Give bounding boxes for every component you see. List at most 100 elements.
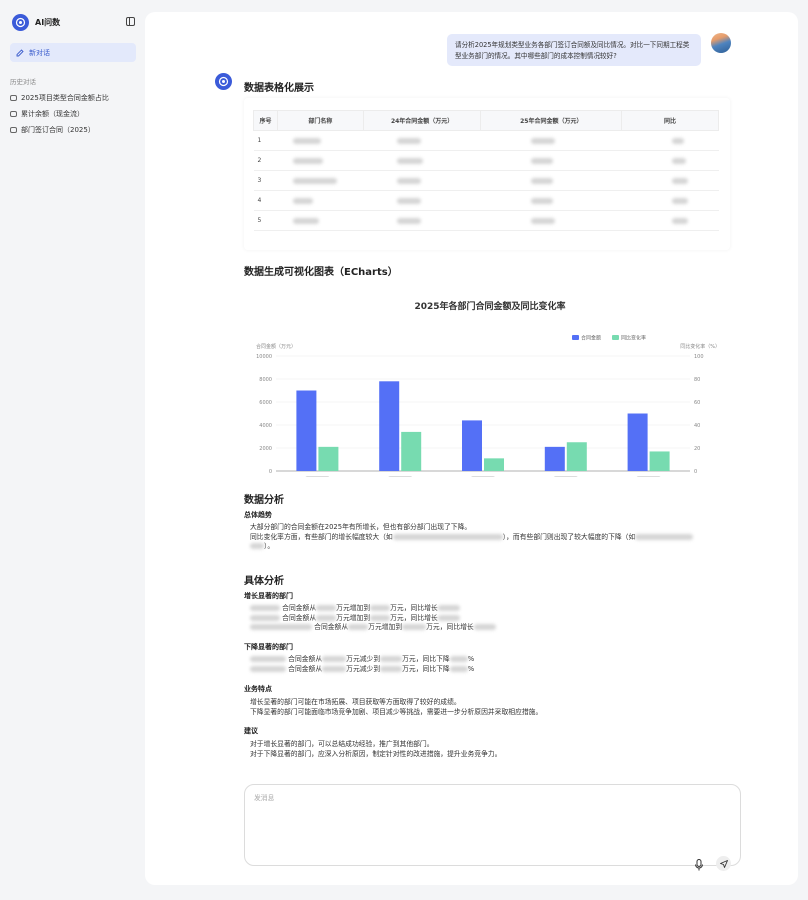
growth-text: 万元，同比增长 — [426, 623, 474, 631]
bar-amount — [296, 390, 317, 471]
legend-label: 同比变化率 — [621, 335, 646, 342]
send-button[interactable] — [716, 856, 731, 871]
redacted-cell — [293, 197, 314, 204]
app-logo-icon — [12, 14, 29, 31]
growth-text: 万元，同比增长 — [390, 604, 438, 612]
redacted-text — [316, 605, 337, 611]
history-item[interactable]: 累计余额（现金流） — [10, 106, 109, 122]
bar-yoy-rate — [484, 458, 504, 471]
redacted-cell — [671, 217, 688, 224]
right-tick-label: 60 — [694, 400, 700, 406]
redacted-category-label — [636, 476, 661, 477]
new-chat-button[interactable]: 新对话 — [10, 43, 136, 62]
column-header: 同比 — [621, 110, 719, 131]
row-index: 5 — [253, 210, 278, 231]
right-tick-label: 40 — [694, 423, 700, 429]
decline-heading: 下降显著的部门 — [244, 643, 293, 651]
left-tick-label: 6000 — [259, 400, 272, 406]
growth-item: 合同金额从 万元增加到 万元，同比增长 — [250, 614, 496, 624]
column-header: 部门名称 — [276, 110, 364, 131]
redacted-text — [370, 605, 391, 611]
user-message: 请分析2025年规划类型业务各部门签订合同额及同比情况。对比一下同期工程类型业务… — [447, 34, 701, 66]
redacted-cell — [671, 197, 688, 204]
left-tick-label: 8000 — [259, 377, 272, 383]
bar-yoy-rate — [401, 431, 422, 471]
chart-section-title: 数据生成可视化图表（ECharts） — [244, 267, 398, 278]
redacted-text — [348, 624, 369, 630]
overall-heading: 总体趋势 — [244, 511, 272, 519]
analysis-title: 数据分析 — [244, 495, 284, 506]
bar-amount — [379, 381, 400, 471]
left-axis-label: 合同金额（万元） — [256, 343, 296, 350]
right-tick-label: 20 — [694, 446, 700, 452]
chart-title: 2025年各部门合同金额及同比变化率 — [414, 300, 565, 312]
row-index: 2 — [253, 150, 278, 171]
growth-text: 万元增加到 — [336, 613, 371, 622]
message-input-box[interactable]: 发消息 — [244, 784, 741, 871]
redacted-cell — [293, 177, 338, 184]
redacted-text — [250, 605, 280, 611]
feature-heading: 业务特点 — [244, 685, 272, 693]
advice-line: 对于下降显著的部门，应深入分析原因，制定针对性的改进措施，提升业务竞争力。 — [250, 749, 502, 758]
overall-text: ），而有些部门则出现了较大幅度的下降（如 — [502, 532, 636, 541]
redacted-cell — [530, 157, 553, 164]
redacted-text — [635, 533, 694, 540]
redacted-category-label — [388, 476, 412, 477]
growth-text: 万元增加到 — [368, 623, 403, 631]
decline-text: 合同金额从 — [288, 655, 323, 663]
row-index: 3 — [253, 170, 278, 191]
legend-label: 合同金额 — [581, 335, 601, 342]
bar-amount — [544, 446, 565, 471]
decline-text: % — [467, 664, 475, 673]
history-list: 2025项目类型合同金额占比 累计余额（现金流） 部门签订合同（2025） — [10, 90, 109, 138]
redacted-text — [437, 614, 460, 621]
bar-yoy-rate — [649, 451, 670, 471]
data-table: 序号 部门名称 24年合同金额（万元） 25年合同金额（万元） 同比 1 2 3… — [253, 110, 719, 231]
right-tick-label: 80 — [694, 377, 700, 383]
redacted-text — [370, 614, 391, 621]
table-row: 2 — [253, 150, 719, 171]
redacted-text — [322, 656, 347, 662]
redacted-text — [250, 624, 312, 630]
microphone-icon[interactable] — [694, 859, 704, 871]
bar-amount — [627, 413, 648, 471]
left-tick-label: 4000 — [259, 423, 272, 429]
row-index: 1 — [253, 130, 278, 151]
sidebar: AI问数 新对话 历史对话 2025项目类型合同金额占比 累计余额（现金流） 部… — [0, 0, 145, 900]
bar-yoy-rate — [566, 442, 587, 471]
overall-text: ）。 — [264, 542, 275, 550]
redacted-cell — [671, 157, 686, 164]
column-header: 序号 — [253, 110, 278, 131]
right-axis-label: 同比变化率（%） — [680, 343, 720, 350]
left-tick-label: 10000 — [256, 354, 272, 360]
assistant-avatar — [215, 73, 232, 90]
message-input[interactable]: 发消息 — [254, 792, 274, 802]
left-tick-label: 2000 — [259, 446, 272, 452]
right-tick-label: 100 — [694, 354, 704, 360]
history-item[interactable]: 部门签订合同（2025） — [10, 122, 109, 138]
redacted-text — [437, 605, 460, 611]
growth-text: 合同金额从 — [282, 604, 317, 612]
table-row: 4 — [253, 190, 719, 211]
decline-text: 合同金额从 — [288, 664, 323, 673]
decline-item: 合同金额从 万元减少到 万元，同比下降% — [250, 665, 474, 675]
redacted-text — [392, 533, 503, 540]
redacted-text — [250, 543, 264, 549]
overall-line: 大部分部门的合同金额在2025年有所增长，但也有部分部门出现了下降。 — [250, 523, 472, 531]
decline-list: 合同金额从 万元减少到 万元，同比下降% 合同金额从 万元减少到 万元，同比下降% — [250, 655, 474, 674]
overall-text: 同比变化率方面，有些部门的增长幅度较大（如 — [250, 532, 393, 541]
growth-item: 合同金额从 万元增加到 万元，同比增长 — [250, 623, 496, 633]
redacted-text — [250, 656, 286, 662]
app-title: AI问数 — [35, 18, 61, 27]
history-item-label: 2025项目类型合同金额占比 — [21, 94, 109, 102]
new-chat-label: 新对话 — [29, 48, 50, 57]
redacted-text — [449, 665, 468, 672]
chat-bubble-icon — [10, 111, 17, 117]
redacted-cell — [530, 137, 555, 144]
history-item[interactable]: 2025项目类型合同金额占比 — [10, 90, 109, 106]
sidebar-toggle-icon[interactable] — [126, 17, 135, 26]
feature-paragraph: 增长显著的部门可能在市场拓展、项目获取等方面取得了较好的成绩。 下降显著的部门可… — [250, 698, 542, 717]
redacted-text — [250, 614, 280, 621]
bar-yoy-rate — [318, 446, 339, 471]
feature-line: 增长显著的部门可能在市场拓展、项目获取等方面取得了较好的成绩。 — [250, 698, 461, 706]
